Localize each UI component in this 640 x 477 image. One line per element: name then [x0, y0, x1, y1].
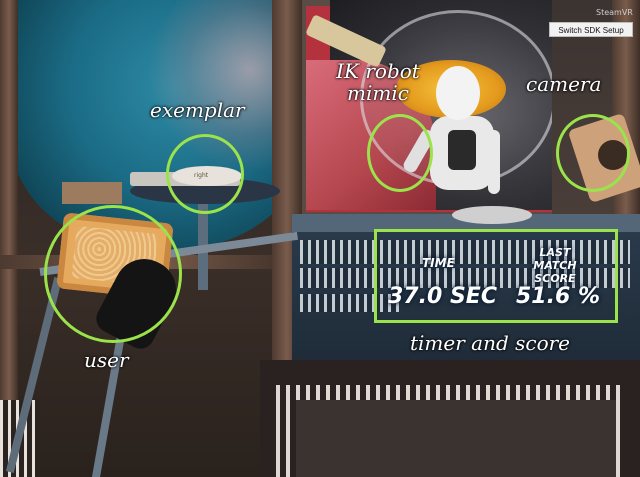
- robot-chest: [448, 130, 476, 170]
- robot-highlight-ring: [367, 114, 433, 192]
- timer-and-score-label: timer and score: [410, 331, 571, 355]
- ik-robot-mimic-label: IK robot mimic: [328, 60, 428, 104]
- steamvr-overlay-label: SteamVR: [596, 8, 633, 17]
- robot-pan: [452, 206, 532, 224]
- hud-score-label: LAST MATCH SCORE: [533, 246, 577, 285]
- hud-time-value: 37.0 SEC: [388, 284, 497, 309]
- hud-time-label: TIME: [422, 256, 455, 270]
- robot-right-arm: [488, 130, 500, 194]
- camera-label: camera: [526, 72, 602, 96]
- floor-block: [296, 400, 616, 477]
- side-box: [62, 182, 122, 204]
- exemplar-label: exemplar: [150, 98, 245, 122]
- user-highlight-ring: [44, 205, 182, 343]
- hud-score-value: 51.6 %: [516, 284, 600, 309]
- user-label: user: [84, 348, 129, 372]
- exemplar-highlight-ring: [166, 134, 244, 214]
- camera-highlight-ring: [556, 114, 630, 192]
- vr-scene: right exemplar IK robot mimic camera use…: [0, 0, 640, 477]
- ik-robot-mimic-text: IK robot mimic: [336, 59, 420, 105]
- robot-head: [436, 66, 480, 120]
- switch-sdk-setup-button[interactable]: Switch SDK Setup: [549, 22, 633, 37]
